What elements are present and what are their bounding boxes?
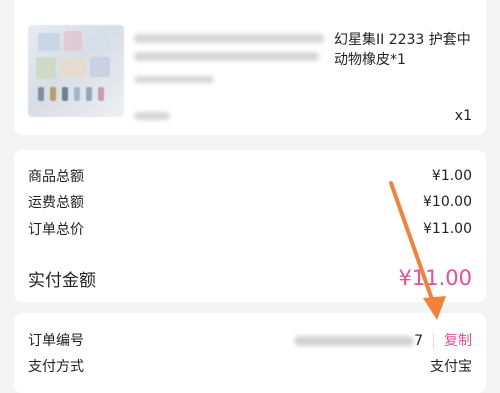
product-card[interactable]: 幻星集II 2233 护套中 动物橡皮*1 x1 — [14, 0, 486, 135]
order-info-card: 订单编号 7 复制 支付方式 支付宝 — [14, 313, 486, 393]
amounts-card: 商品总额 ¥1.00 运费总额 ¥10.00 订单总价 ¥11.00 实付金额 … — [14, 150, 486, 302]
order-total-label: 订单总价 — [28, 222, 84, 238]
paid-amount-row: 实付金额 ¥11.00 — [28, 263, 472, 293]
shipping-label: 运费总额 — [28, 195, 84, 211]
product-thumbnail[interactable] — [28, 25, 124, 117]
paid-label: 实付金额 — [28, 270, 96, 291]
payment-method-value: 支付宝 — [430, 359, 472, 375]
order-number-group: 7 复制 — [294, 330, 472, 350]
order-number-blurred — [294, 336, 415, 346]
product-title: 幻星集II 2233 护套中 动物橡皮*1 — [334, 32, 471, 68]
product-title-blurred — [134, 34, 324, 43]
shipping-row: 运费总额 ¥10.00 — [28, 192, 472, 212]
shipping-value: ¥10.00 — [423, 194, 472, 210]
order-number-label: 订单编号 — [28, 333, 84, 349]
goods-total-label: 商品总额 — [28, 169, 84, 185]
order-total-value: ¥11.00 — [423, 221, 472, 237]
product-price-blurred — [134, 112, 170, 120]
payment-method-label: 支付方式 — [28, 359, 84, 375]
divider — [433, 333, 434, 349]
product-spec-blurred — [134, 76, 214, 83]
goods-total-row: 商品总额 ¥1.00 — [28, 166, 472, 186]
product-title-blurred-2 — [134, 52, 319, 61]
goods-total-value: ¥1.00 — [431, 168, 472, 184]
paid-value: ¥11.00 — [398, 266, 472, 290]
copy-button[interactable]: 复制 — [444, 333, 472, 349]
order-total-row: 订单总价 ¥11.00 — [28, 219, 472, 239]
product-quantity: x1 — [454, 108, 472, 124]
order-number-tail: 7 — [414, 333, 423, 349]
payment-method-row: 支付方式 支付宝 — [28, 356, 472, 376]
order-number-row: 订单编号 7 复制 — [28, 330, 472, 350]
